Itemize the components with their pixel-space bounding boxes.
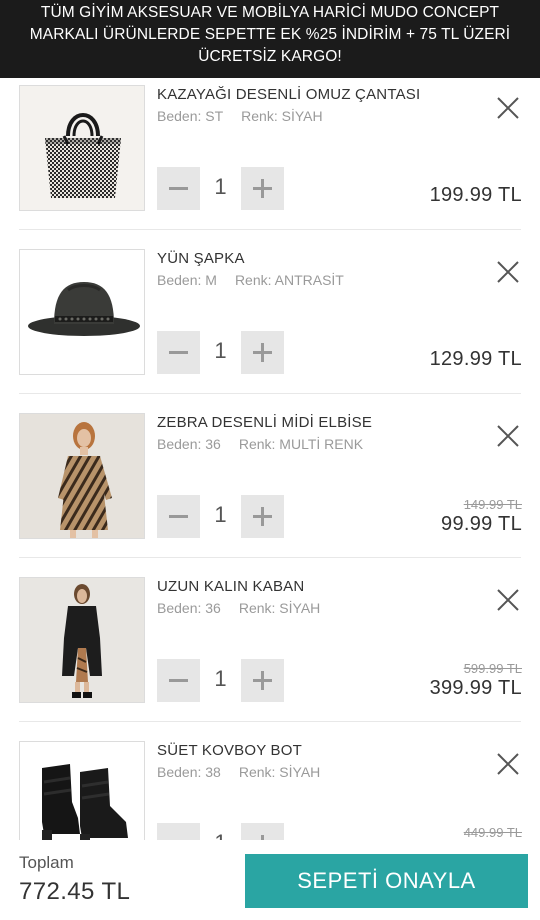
cart-item: YÜN ŞAPKA Beden: M Renk: ANTRASİT 1 129.9… (0, 242, 540, 406)
suede-boots-image (20, 742, 144, 840)
quantity-stepper: 1 (157, 167, 285, 211)
cart-item: UZUN KALIN KABAN Beden: 36 Renk: SİYAH 1 … (0, 570, 540, 734)
product-color: Renk: ANTRASİT (234, 272, 344, 288)
wool-hat-image (20, 250, 144, 374)
product-price: 199.99 TL (429, 184, 522, 206)
minus-icon (169, 515, 188, 518)
remove-item-button[interactable] (496, 752, 520, 776)
quantity-stepper: 1 (157, 659, 285, 703)
product-size: Beden: ST (157, 108, 224, 124)
plus-icon (261, 835, 264, 840)
cart-item: SÜET KOVBOY BOT Beden: 38 Renk: SİYAH 1 4… (0, 734, 540, 840)
product-color: Renk: SİYAH (241, 108, 323, 124)
increase-quantity-button[interactable] (241, 659, 284, 702)
increase-quantity-button[interactable] (241, 823, 284, 840)
total-label: Toplam (19, 853, 74, 872)
quantity-stepper: 1 (157, 331, 285, 375)
product-old-price: 149.99 TL (463, 497, 522, 512)
promo-banner-text: TÜM GİYİM AKSESUAR VE MOBİLYA HARİCİ MUD… (29, 4, 511, 65)
product-image[interactable] (19, 85, 145, 211)
product-meta: Beden: ST Renk: SİYAH (157, 108, 323, 124)
product-old-price: 599.99 TL (463, 661, 522, 676)
close-icon (497, 753, 519, 775)
product-image[interactable] (19, 577, 145, 703)
remove-item-button[interactable] (496, 96, 520, 120)
product-name[interactable]: UZUN KALIN KABAN (157, 578, 304, 595)
item-divider (19, 721, 521, 722)
product-name[interactable]: ZEBRA DESENLİ MİDİ ELBİSE (157, 414, 372, 431)
plus-icon (253, 343, 272, 362)
close-icon (497, 261, 519, 283)
product-price: 399.99 TL (429, 677, 522, 699)
product-meta: Beden: 38 Renk: SİYAH (157, 764, 320, 780)
product-meta: Beden: 36 Renk: SİYAH (157, 600, 320, 616)
close-icon (497, 97, 519, 119)
plus-icon (253, 179, 272, 198)
plus-icon (253, 671, 272, 690)
decrease-quantity-button[interactable] (157, 331, 200, 374)
increase-quantity-button[interactable] (241, 331, 284, 374)
product-name[interactable]: SÜET KOVBOY BOT (157, 742, 302, 759)
item-divider (19, 557, 521, 558)
houndstooth-bag-image (20, 86, 144, 210)
product-meta: Beden: 36 Renk: MULTİ RENK (157, 436, 363, 452)
close-icon (497, 425, 519, 447)
minus-icon (169, 351, 188, 354)
cart-item: KAZAYAĞI DESENLİ OMUZ ÇANTASI Beden: ST R… (0, 78, 540, 242)
decrease-quantity-button[interactable] (157, 495, 200, 538)
quantity-value: 1 (214, 174, 227, 199)
product-image[interactable] (19, 249, 145, 375)
quantity-stepper: 1 (157, 495, 285, 539)
product-color: Renk: SİYAH (238, 600, 321, 616)
remove-item-button[interactable] (496, 588, 520, 612)
item-divider (19, 229, 521, 230)
item-divider (19, 393, 521, 394)
product-price: 129.99 TL (429, 348, 522, 370)
product-image[interactable] (19, 413, 145, 539)
product-name[interactable]: KAZAYAĞI DESENLİ OMUZ ÇANTASI (157, 86, 420, 103)
quantity-value: 1 (214, 502, 227, 527)
product-price: 99.99 TL (441, 513, 522, 535)
product-size: Beden: 36 (157, 600, 221, 616)
decrease-quantity-button[interactable] (157, 659, 200, 702)
product-old-price: 449.99 TL (463, 825, 522, 840)
increase-quantity-button[interactable] (241, 495, 284, 538)
product-color: Renk: SİYAH (238, 764, 321, 780)
product-size: Beden: 36 (157, 436, 221, 452)
decrease-quantity-button[interactable] (157, 823, 200, 840)
product-size: Beden: 38 (157, 764, 221, 780)
product-color: Renk: MULTİ RENK (238, 436, 364, 452)
close-icon (497, 589, 519, 611)
total-value: 772.45 TL (19, 878, 131, 905)
minus-icon (157, 823, 200, 840)
confirm-cart-button[interactable]: SEPETİ ONAYLA (245, 854, 528, 908)
quantity-value: 1 (214, 666, 227, 691)
plus-icon (253, 507, 272, 526)
quantity-value: 1 (200, 830, 241, 840)
zebra-dress-image (20, 414, 144, 538)
product-meta: Beden: M Renk: ANTRASİT (157, 272, 344, 288)
cart-list[interactable]: KAZAYAĞI DESENLİ OMUZ ÇANTASI Beden: ST R… (0, 78, 540, 840)
product-name[interactable]: YÜN ŞAPKA (157, 250, 245, 267)
minus-icon (169, 187, 188, 190)
promo-banner: TÜM GİYİM AKSESUAR VE MOBİLYA HARİCİ MUD… (0, 0, 540, 78)
product-image[interactable] (19, 741, 145, 840)
remove-item-button[interactable] (496, 260, 520, 284)
cart-item: ZEBRA DESENLİ MİDİ ELBİSE Beden: 36 Renk:… (0, 406, 540, 570)
quantity-value: 1 (214, 338, 227, 363)
remove-item-button[interactable] (496, 424, 520, 448)
cart-footer: Toplam 772.45 TL SEPETİ ONAYLA (0, 840, 540, 920)
product-size: Beden: M (157, 272, 217, 288)
long-coat-image (20, 578, 144, 702)
minus-icon (169, 679, 188, 682)
decrease-quantity-button[interactable] (157, 167, 200, 210)
increase-quantity-button[interactable] (241, 167, 284, 210)
quantity-stepper: 1 (157, 823, 285, 840)
